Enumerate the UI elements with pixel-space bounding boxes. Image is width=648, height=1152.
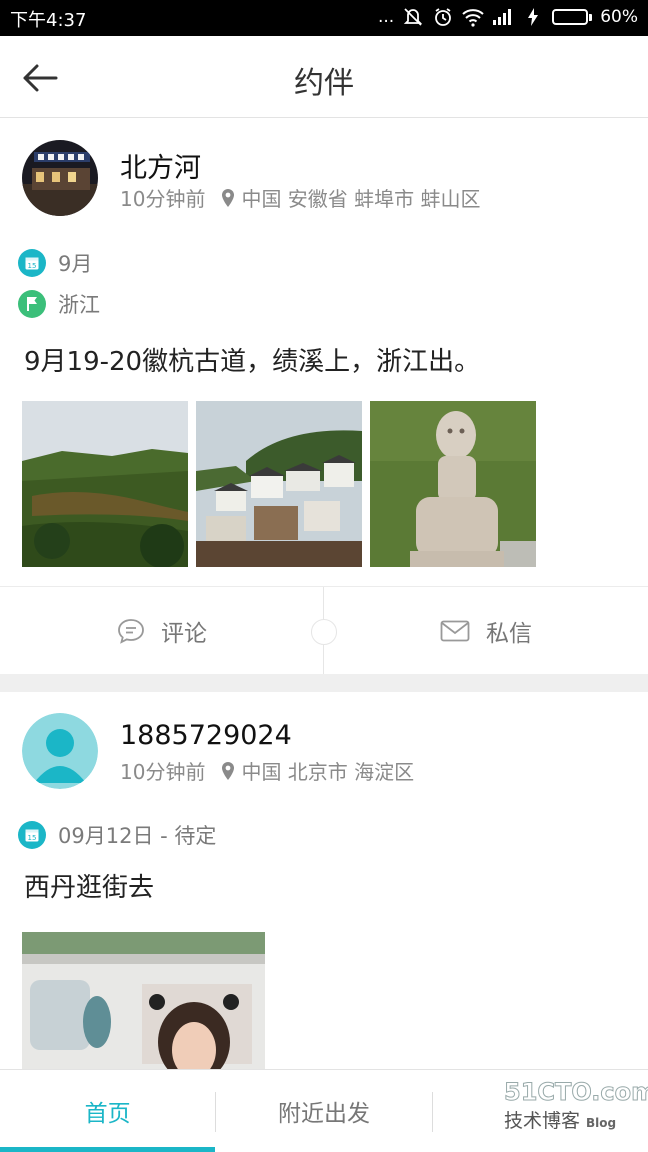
alarm-icon: [432, 5, 454, 29]
post-card: 北方河 10分钟前 中国 安徽省 蚌埠市 蚌山区 15 9月 浙江 9月19-2…: [0, 119, 648, 675]
username[interactable]: 北方河: [120, 146, 201, 185]
status-time: 下午4:37: [10, 10, 87, 31]
comment-button[interactable]: 评论: [0, 587, 324, 674]
action-divider-knob: [311, 619, 337, 645]
watermark-logo: 51CTO.com 技术博客 Blog: [504, 1078, 648, 1138]
trip-destination: 浙江: [58, 293, 100, 317]
watermark-line1: 51CTO.com: [504, 1078, 648, 1107]
comment-label: 评论: [161, 620, 207, 647]
mute-icon: [402, 5, 424, 29]
location-text: 中国 北京市 海淀区: [241, 760, 415, 784]
comment-icon: [118, 618, 144, 644]
location-text: 中国 安徽省 蚌埠市 蚌山区: [241, 187, 481, 211]
hillside-photo[interactable]: [22, 401, 188, 567]
trip-date: 09月12日 - 待定: [58, 824, 217, 848]
date-row: 15 9月: [18, 248, 92, 278]
post-actions: 评论 私信: [0, 586, 648, 675]
cell-signal-icon: [492, 5, 514, 29]
wifi-icon: [462, 5, 484, 29]
message-button[interactable]: 私信: [324, 587, 648, 674]
mail-icon: [440, 620, 470, 641]
post-meta: 10分钟前 中国 安徽省 蚌埠市 蚌山区: [120, 183, 481, 212]
post-meta: 10分钟前 中国 北京市 海淀区: [120, 756, 414, 785]
charging-icon: [522, 5, 544, 29]
avatar[interactable]: [22, 713, 98, 789]
watermark-line3: Blog: [586, 1116, 617, 1130]
watermark-line2: 技术博客: [504, 1110, 581, 1132]
destination-row: 浙江: [18, 289, 100, 319]
village-photo[interactable]: [196, 401, 362, 567]
battery-percent: 60%: [600, 7, 638, 27]
time-ago: 10分钟前: [120, 187, 206, 211]
post-content: 西丹逛街去: [24, 873, 155, 903]
photo-grid: [22, 401, 536, 567]
tab-home[interactable]: 首页: [0, 1070, 216, 1152]
stone-statue-photo[interactable]: [370, 401, 536, 567]
svg-text:15: 15: [28, 262, 37, 270]
street-photo[interactable]: [22, 932, 265, 1069]
feed-list[interactable]: 北方河 10分钟前 中国 安徽省 蚌埠市 蚌山区 15 9月 浙江 9月19-2…: [0, 119, 648, 1069]
calendar-icon: 15: [18, 821, 46, 849]
battery-icon: [552, 9, 593, 25]
page-title: 约伴: [294, 66, 354, 101]
status-bar: 下午4:37 ... 60%: [0, 0, 648, 36]
app-header: 约伴: [0, 36, 648, 118]
status-icons: ... 60%: [378, 5, 638, 29]
date-row: 15 09月12日 - 待定: [18, 820, 216, 850]
username[interactable]: 1885729024: [120, 720, 292, 751]
photo-grid: [22, 932, 265, 1069]
trip-date: 9月: [58, 252, 93, 276]
post-content: 9月19-20徽杭古道，绩溪上，浙江出。: [24, 347, 481, 377]
tab-nearby[interactable]: 附近出发: [216, 1070, 431, 1152]
location-pin-icon: [222, 761, 235, 780]
post-card: 1885729024 10分钟前 中国 北京市 海淀区 15 09月12日 - …: [0, 692, 648, 1069]
calendar-icon: 15: [18, 249, 46, 277]
location: 中国 北京市 海淀区: [221, 756, 414, 785]
time-ago: 10分钟前: [120, 760, 206, 784]
post-separator: [0, 674, 648, 692]
location-pin-icon: [222, 188, 235, 207]
avatar[interactable]: [22, 140, 98, 216]
flag-icon: [18, 290, 46, 318]
message-label: 私信: [486, 620, 532, 647]
signal-dots: ...: [377, 7, 395, 27]
location: 中国 安徽省 蚌埠市 蚌山区: [221, 183, 481, 212]
svg-text:15: 15: [28, 834, 37, 842]
